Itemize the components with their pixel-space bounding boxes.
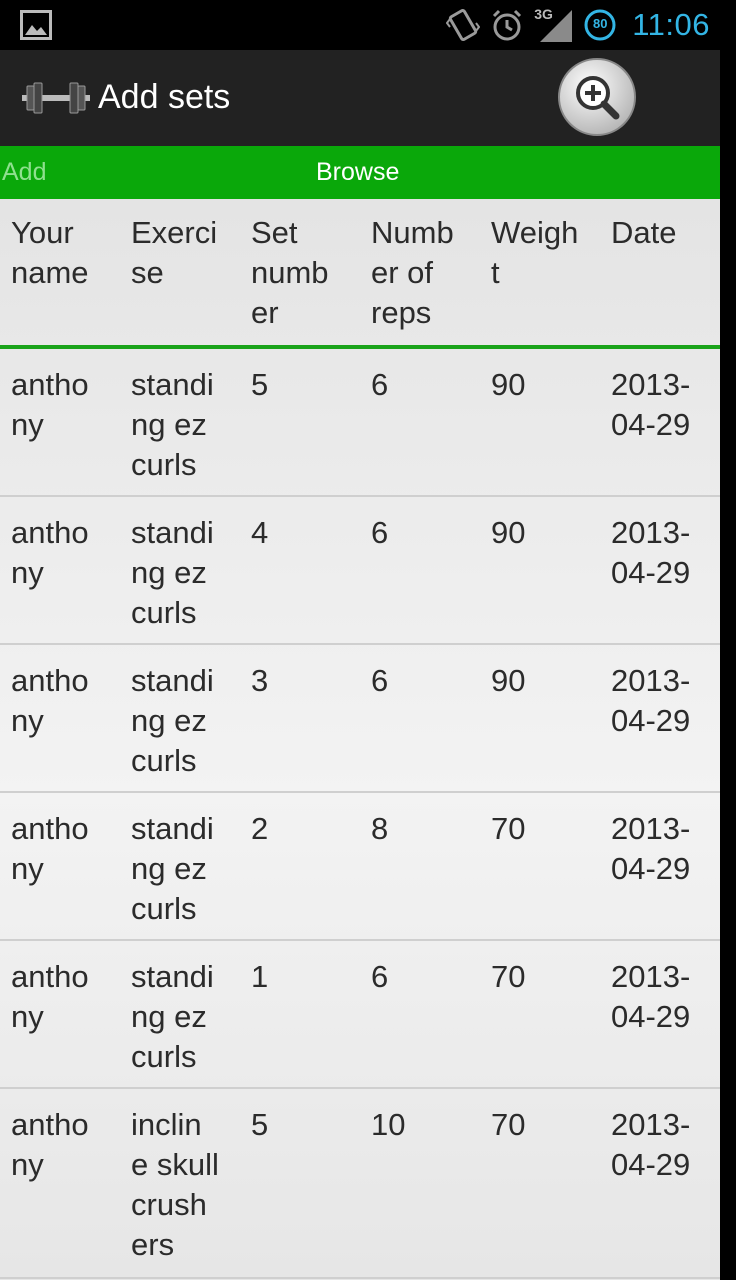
header-number-of-reps: Numb er of reps xyxy=(371,215,454,330)
table-row[interactable]: antho ny standi ng ez curls 2 8 70 2013- 04-… xyxy=(0,793,720,941)
battery-level: 80 xyxy=(592,16,608,31)
table-row[interactable]: antho ny inclin e skull crush ers 5 10 70 20… xyxy=(0,1089,720,1279)
cell-date: 2013- 04-29 xyxy=(611,515,691,590)
cell-reps: 6 xyxy=(371,663,389,698)
action-bar: Add sets xyxy=(0,50,720,146)
cell-set-number: 1 xyxy=(251,959,269,994)
tab-bar: Add Browse xyxy=(0,146,720,199)
gallery-icon xyxy=(20,10,52,40)
status-icons: 3G 80 11:06 xyxy=(446,4,710,46)
alarm-icon xyxy=(490,8,524,42)
cell-weight: 90 xyxy=(491,367,526,402)
cell-date: 2013- 04-29 xyxy=(611,959,691,1034)
signal-icon: 3G xyxy=(534,6,574,44)
cell-reps: 8 xyxy=(371,811,389,846)
cell-name: antho ny xyxy=(11,367,89,442)
cell-weight: 70 xyxy=(491,959,526,994)
table-row[interactable]: antho ny standi ng ez curls 5 6 90 2013- 04-… xyxy=(0,349,720,497)
cell-weight: 70 xyxy=(491,811,526,846)
header-date: Date xyxy=(611,215,677,250)
status-bar: 3G 80 11:06 xyxy=(0,0,736,50)
cell-reps: 6 xyxy=(371,959,389,994)
cell-exercise: standi ng ez curls xyxy=(131,959,214,1074)
cell-reps: 6 xyxy=(371,515,389,550)
clock: 11:06 xyxy=(632,7,710,42)
cell-date: 2013- 04-29 xyxy=(611,1107,691,1182)
tab-add[interactable]: Add xyxy=(2,158,46,187)
cell-name: antho ny xyxy=(11,811,89,886)
dumbbell-icon xyxy=(22,80,90,116)
header-weight: Weigh t xyxy=(491,215,579,290)
cell-set-number: 5 xyxy=(251,1107,269,1142)
cell-exercise: inclin e skull crush ers xyxy=(131,1107,219,1262)
cell-name: antho ny xyxy=(11,1107,89,1182)
cell-weight: 90 xyxy=(491,663,526,698)
cell-date: 2013- 04-29 xyxy=(611,663,691,738)
screen-edge xyxy=(720,50,736,1280)
cell-name: antho ny xyxy=(11,959,89,1034)
tab-browse[interactable]: Browse xyxy=(316,158,399,187)
cell-exercise: standi ng ez curls xyxy=(131,515,214,630)
vibrate-icon xyxy=(446,7,481,43)
cell-date: 2013- 04-29 xyxy=(611,367,691,442)
table-row[interactable]: antho ny standi ng ez curls 4 6 90 2013- 04-… xyxy=(0,497,720,645)
header-exercise: Exerci se xyxy=(131,215,218,290)
cell-weight: 90 xyxy=(491,515,526,550)
header-your-name: Your name xyxy=(11,215,89,290)
zoom-in-icon[interactable] xyxy=(556,56,638,138)
battery-icon: 80 xyxy=(584,9,616,41)
table-row[interactable]: antho ny standi ng ez curls 1 6 70 2013- 04-… xyxy=(0,941,720,1089)
cell-name: antho ny xyxy=(11,663,89,738)
cell-exercise: standi ng ez curls xyxy=(131,811,214,926)
sets-table[interactable]: Your name Exerci se Set numb er Numb er of rep… xyxy=(0,199,720,1280)
cell-name: antho ny xyxy=(11,515,89,590)
cell-exercise: standi ng ez curls xyxy=(131,367,214,482)
cell-reps: 6 xyxy=(371,367,389,402)
cell-set-number: 5 xyxy=(251,367,269,402)
cell-exercise: standi ng ez curls xyxy=(131,663,214,778)
cell-reps: 10 xyxy=(371,1107,406,1142)
table-row[interactable]: antho ny standi ng ez curls 3 6 90 2013- 04-… xyxy=(0,645,720,793)
header-set-number: Set numb er xyxy=(251,215,329,330)
cell-set-number: 3 xyxy=(251,663,269,698)
cell-date: 2013- 04-29 xyxy=(611,811,691,886)
cell-set-number: 4 xyxy=(251,515,269,550)
cell-set-number: 2 xyxy=(251,811,269,846)
page-title: Add sets xyxy=(98,78,231,116)
cell-weight: 70 xyxy=(491,1107,526,1142)
table-header: Your name Exerci se Set numb er Numb er of rep… xyxy=(0,199,720,349)
